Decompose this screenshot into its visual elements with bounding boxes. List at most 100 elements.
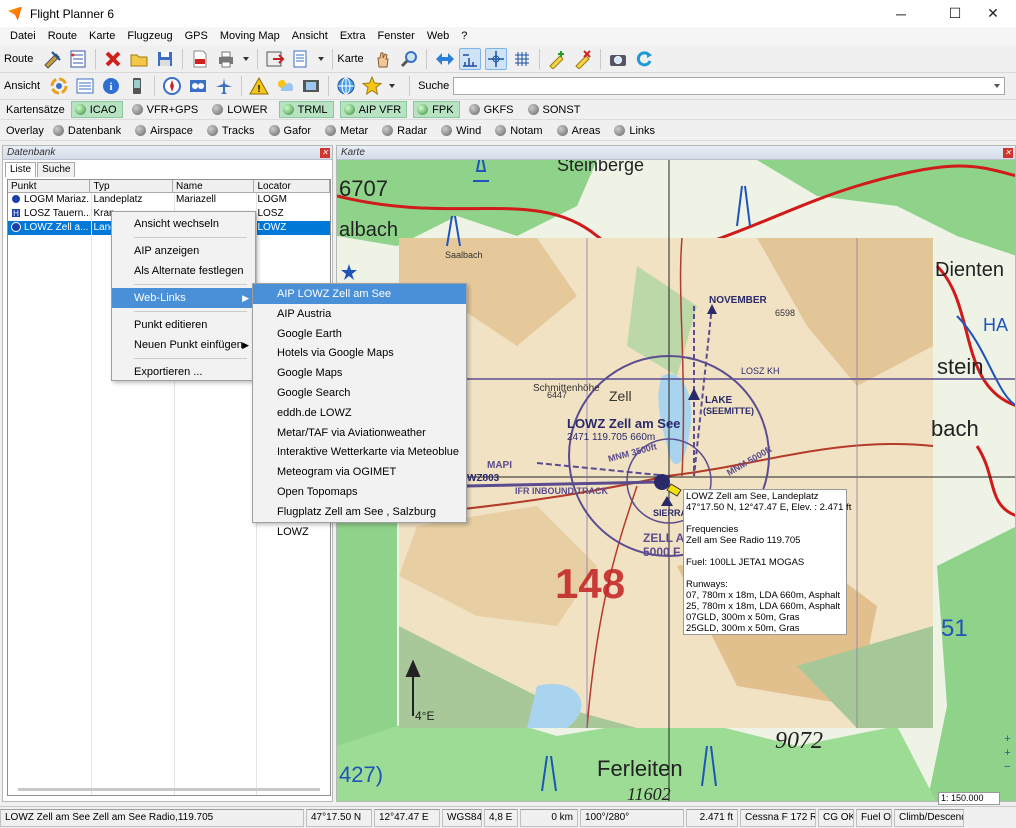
zoom-in-button[interactable]: + xyxy=(1001,732,1014,746)
overlay-gafor[interactable]: Gafor xyxy=(266,122,317,139)
map-scale-select[interactable]: 1: 150.000 xyxy=(938,792,1000,805)
column-header-typ[interactable]: Typ xyxy=(90,180,173,192)
save-route-button[interactable] xyxy=(154,48,176,70)
menu-item-ansicht-wechseln[interactable]: Ansicht wechseln xyxy=(112,214,255,234)
submenu-aip-austria[interactable]: AIP Austria xyxy=(253,304,466,324)
open-route-button[interactable] xyxy=(128,48,150,70)
menu-item-punkt-editieren[interactable]: Punkt editieren xyxy=(112,315,255,335)
column-header-name[interactable]: Name xyxy=(173,180,255,192)
view-list-button[interactable] xyxy=(74,75,96,97)
menu-gps[interactable]: GPS xyxy=(179,30,214,42)
submenu-google-maps[interactable]: Google Maps xyxy=(253,363,466,383)
chart-set-vfr-gps[interactable]: VFR+GPS xyxy=(129,101,204,118)
zoom-out-button[interactable]: − xyxy=(1001,760,1014,774)
column-header-locator[interactable]: Locator xyxy=(254,180,330,192)
chart-set-aip-vfr[interactable]: AIP VFR xyxy=(339,101,408,118)
submenu-google-search[interactable]: Google Search xyxy=(253,383,466,403)
menu-item-aip-anzeigen[interactable]: AIP anzeigen xyxy=(112,241,255,261)
chart-sets-label: Kartensätze xyxy=(6,103,65,116)
menu-extra[interactable]: Extra xyxy=(334,30,372,42)
pan-hand-button[interactable] xyxy=(372,48,394,70)
globe-button[interactable] xyxy=(335,75,357,97)
minimize-button[interactable]: ─ xyxy=(878,0,924,27)
menu-datei[interactable]: Datei xyxy=(4,30,42,42)
crosshair-button[interactable] xyxy=(484,47,507,70)
menu-help[interactable]: ? xyxy=(455,30,473,42)
search-input[interactable] xyxy=(453,77,1006,95)
menu-karte[interactable]: Karte xyxy=(83,30,121,42)
menu-flugzeug[interactable]: Flugzeug xyxy=(121,30,178,42)
submenu-metar-taf[interactable]: Metar/TAF via Aviationweather xyxy=(253,423,466,443)
submenu-aip-lowz[interactable]: AIP LOWZ Zell am See xyxy=(253,284,466,304)
chart-set-icao[interactable]: ICAO xyxy=(70,101,123,118)
filmstrip-button[interactable] xyxy=(300,75,322,97)
pdf-export-button[interactable] xyxy=(189,48,211,70)
overlay-airspace[interactable]: Airspace xyxy=(132,122,198,139)
close-window-button[interactable]: ✕ xyxy=(970,0,1016,27)
menu-ansicht[interactable]: Ansicht xyxy=(286,30,334,42)
swap-direction-button[interactable] xyxy=(433,48,455,70)
warning-button[interactable]: ! xyxy=(248,75,270,97)
export-route-button[interactable] xyxy=(264,48,286,70)
overlay-notam[interactable]: Notam xyxy=(492,122,547,139)
submenu-eddh[interactable]: eddh.de LOWZ xyxy=(253,403,466,423)
menu-item-neuen-punkt[interactable]: Neuen Punkt einfügen ▶ xyxy=(112,335,255,355)
route-table-button[interactable] xyxy=(67,48,89,70)
scale-lines-button[interactable] xyxy=(458,47,481,70)
overlay-wind[interactable]: Wind xyxy=(438,122,486,139)
remove-waypoint-button[interactable] xyxy=(572,48,594,70)
menu-moving-map[interactable]: Moving Map xyxy=(214,30,286,42)
menu-fenster[interactable]: Fenster xyxy=(372,30,421,42)
menu-item-exportieren[interactable]: Exportieren ... xyxy=(112,362,255,382)
view-cycle-button[interactable] xyxy=(48,75,70,97)
column-header-punkt[interactable]: Punkt xyxy=(8,180,91,192)
zoom-magnifier-button[interactable] xyxy=(398,48,420,70)
tab-suche[interactable]: Suche xyxy=(37,162,76,177)
instruments-button[interactable] xyxy=(187,75,209,97)
overlay-metar[interactable]: Metar xyxy=(322,122,373,139)
favorites-button[interactable] xyxy=(361,75,383,97)
overlay-areas[interactable]: Areas xyxy=(554,122,606,139)
device-button[interactable] xyxy=(126,75,148,97)
submenu-open-topomaps[interactable]: Open Topomaps xyxy=(253,482,466,502)
list-dropdown-button[interactable] xyxy=(316,48,326,70)
favorites-dropdown-button[interactable] xyxy=(387,75,397,97)
chart-set-gkfs[interactable]: GKFS xyxy=(466,101,519,118)
close-map-button[interactable]: ✕ xyxy=(1003,148,1013,158)
menu-item-web-links[interactable]: Web-Links ▶ xyxy=(112,288,255,308)
tab-liste[interactable]: Liste xyxy=(5,162,37,177)
weather-button[interactable] xyxy=(274,75,296,97)
list-button[interactable] xyxy=(290,48,312,70)
refresh-button[interactable] xyxy=(633,48,655,70)
add-waypoint-button[interactable] xyxy=(546,48,568,70)
overlay-radar[interactable]: Radar xyxy=(379,122,432,139)
menu-web[interactable]: Web xyxy=(421,30,455,42)
info-button[interactable]: i xyxy=(100,75,122,97)
overlay-links[interactable]: Links xyxy=(611,122,660,139)
print-button[interactable] xyxy=(215,48,237,70)
submenu-flugplatz-zell[interactable]: Flugplatz Zell am See , Salzburg LOWZ xyxy=(253,502,466,538)
zoom-in-small-button[interactable]: + xyxy=(1001,746,1014,760)
submenu-meteoblue[interactable]: Interaktive Wetterkarte via Meteoblue xyxy=(253,442,466,462)
close-panel-button[interactable]: ✕ xyxy=(320,148,330,158)
chart-set-lower[interactable]: LOWER xyxy=(209,101,272,118)
grid-button[interactable] xyxy=(511,48,533,70)
menu-item-alternate[interactable]: Als Alternate festlegen xyxy=(112,261,255,281)
aircraft-button[interactable] xyxy=(213,75,235,97)
camera-button[interactable] xyxy=(607,48,629,70)
overlay-datenbank[interactable]: Datenbank xyxy=(50,122,126,139)
chart-set-sonst[interactable]: SONST xyxy=(525,101,586,118)
menu-route[interactable]: Route xyxy=(42,30,83,42)
submenu-google-earth[interactable]: Google Earth xyxy=(253,324,466,344)
edit-route-button[interactable] xyxy=(41,48,63,70)
chart-set-fpk[interactable]: FPK xyxy=(413,101,460,118)
table-row[interactable]: LOGM Mariaz... Landeplatz Mariazell LOGM xyxy=(8,193,330,207)
submenu-ogimet[interactable]: Meteogram via OGIMET xyxy=(253,462,466,482)
submenu-hotels[interactable]: Hotels via Google Maps xyxy=(253,343,466,363)
horizontal-scrollbar[interactable] xyxy=(18,788,320,791)
chart-set-trml[interactable]: TRML xyxy=(278,101,334,118)
delete-route-button[interactable] xyxy=(102,48,124,70)
overlay-tracks[interactable]: Tracks xyxy=(204,122,260,139)
compass-button[interactable] xyxy=(161,75,183,97)
print-dropdown-button[interactable] xyxy=(241,48,251,70)
